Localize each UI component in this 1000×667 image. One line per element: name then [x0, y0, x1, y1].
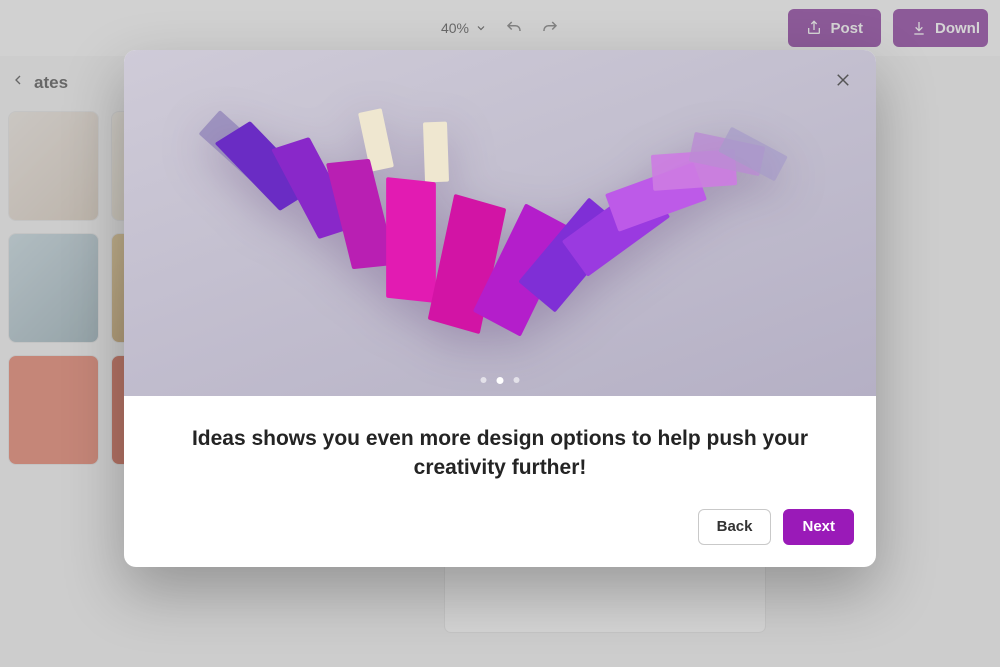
close-icon: [834, 77, 852, 92]
dialog-body: Ideas shows you even more design options…: [124, 396, 876, 499]
pagination-dots: [481, 377, 520, 384]
dialog-hero: [124, 50, 876, 396]
hero-ribbon-art: [124, 50, 876, 396]
close-button[interactable]: [826, 64, 860, 98]
pagination-dot[interactable]: [481, 377, 487, 383]
next-button[interactable]: Next: [783, 509, 854, 545]
back-button[interactable]: Back: [698, 509, 772, 545]
pagination-dot-active[interactable]: [497, 377, 504, 384]
dialog-actions: Back Next: [124, 499, 876, 567]
dialog-headline: Ideas shows you even more design options…: [164, 424, 836, 483]
pagination-dot[interactable]: [514, 377, 520, 383]
onboarding-dialog: Ideas shows you even more design options…: [124, 50, 876, 567]
